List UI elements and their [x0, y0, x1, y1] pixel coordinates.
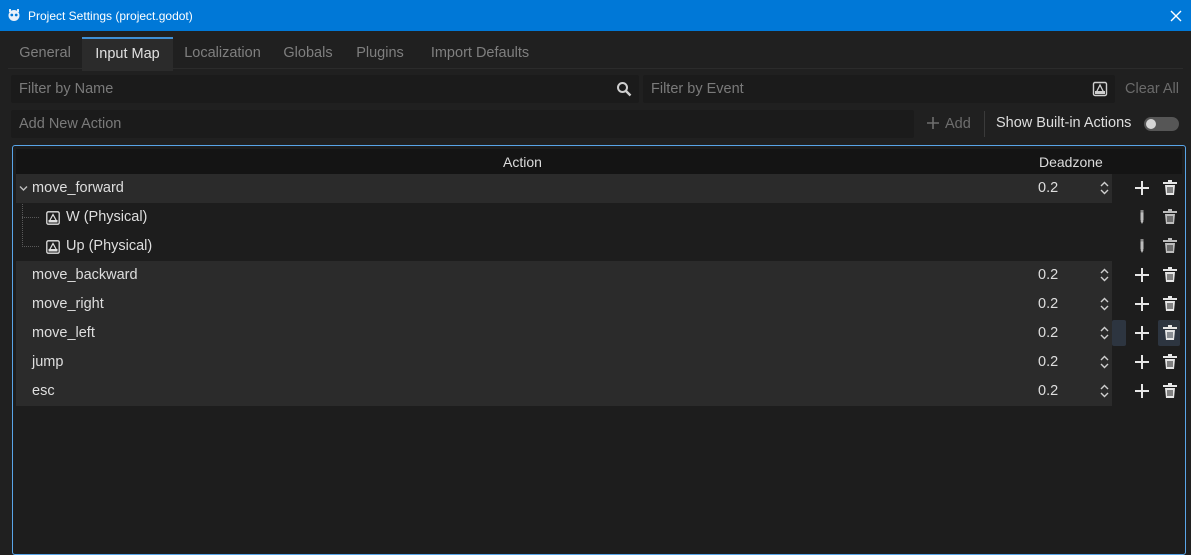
window-titlebar: Project Settings (project.godot) [0, 0, 1191, 31]
column-header-action: Action [503, 154, 542, 170]
action-name: esc [32, 383, 55, 399]
clear-all-button[interactable]: Clear All [1125, 81, 1179, 97]
event-row-w-physical[interactable]: W (Physical) [16, 203, 1112, 232]
chevron-down-icon[interactable] [19, 185, 28, 192]
deadzone-value[interactable]: 0.2 [1038, 383, 1058, 399]
spinner-arrows-icon[interactable] [1100, 326, 1109, 340]
spinner-arrows-icon[interactable] [1100, 297, 1109, 311]
action-row-move-forward[interactable]: move_forward 0.2 [16, 174, 1112, 203]
add-new-action-placeholder: Add New Action [19, 116, 122, 132]
deadzone-value[interactable]: 0.2 [1038, 354, 1058, 370]
remove-action-button[interactable] [1162, 267, 1178, 283]
remove-action-button[interactable] [1162, 354, 1178, 370]
action-name: move_backward [32, 267, 138, 283]
godot-icon [8, 9, 20, 21]
deadzone-value[interactable]: 0.2 [1038, 325, 1058, 341]
remove-action-button[interactable] [1162, 180, 1178, 196]
remove-action-button[interactable] [1162, 383, 1178, 399]
show-builtin-actions-label: Show Built-in Actions [996, 115, 1132, 131]
tab-globals[interactable]: Globals [274, 39, 342, 69]
action-row-move-left[interactable]: move_left 0.2 [16, 319, 1112, 348]
toggle-knob [1146, 119, 1156, 129]
action-name: move_left [32, 325, 95, 341]
deadzone-value[interactable]: 0.2 [1038, 267, 1058, 283]
add-event-button[interactable] [1134, 354, 1150, 370]
filter-by-name-placeholder: Filter by Name [19, 81, 114, 97]
spinner-arrows-icon[interactable] [1100, 268, 1109, 282]
action-name: move_forward [32, 180, 124, 196]
edit-event-button[interactable] [1134, 238, 1150, 254]
keyboard-key-icon [46, 240, 60, 254]
filter-by-name-input[interactable]: Filter by Name [11, 75, 639, 103]
event-label: Up (Physical) [66, 238, 153, 254]
add-action-button[interactable]: Add [922, 113, 974, 135]
separator [984, 111, 985, 137]
remove-action-button[interactable] [1162, 296, 1178, 312]
add-event-button[interactable] [1134, 267, 1150, 283]
row-hover-highlight [1112, 320, 1126, 346]
table-header: Action Deadzone [16, 149, 1182, 174]
action-row-jump[interactable]: jump 0.2 [16, 348, 1112, 377]
filter-by-event-input[interactable]: Filter by Event [643, 75, 1115, 103]
column-header-deadzone: Deadzone [1039, 154, 1103, 170]
spinner-arrows-icon[interactable] [1100, 355, 1109, 369]
event-row-up-physical[interactable]: Up (Physical) [16, 232, 1112, 261]
edit-event-button[interactable] [1134, 209, 1150, 225]
tab-general[interactable]: General [8, 39, 82, 69]
add-event-button[interactable] [1134, 296, 1150, 312]
deadzone-value[interactable]: 0.2 [1038, 180, 1058, 196]
tab-input-map[interactable]: Input Map [82, 37, 173, 71]
filter-by-event-placeholder: Filter by Event [651, 81, 744, 97]
tab-plugins[interactable]: Plugins [345, 39, 415, 69]
remove-event-button[interactable] [1162, 238, 1178, 254]
show-builtin-actions-toggle[interactable] [1144, 117, 1179, 131]
deadzone-value[interactable]: 0.2 [1038, 296, 1058, 312]
add-event-button[interactable] [1134, 383, 1150, 399]
action-name: move_right [32, 296, 104, 312]
add-action-label: Add [945, 116, 971, 132]
action-row-move-right[interactable]: move_right 0.2 [16, 290, 1112, 319]
remove-event-button[interactable] [1162, 209, 1178, 225]
tab-underline [8, 68, 1183, 69]
add-event-button[interactable] [1134, 180, 1150, 196]
event-label: W (Physical) [66, 209, 148, 225]
tab-import-defaults[interactable]: Import Defaults [418, 39, 542, 69]
search-icon [617, 82, 632, 97]
add-event-button[interactable] [1134, 325, 1150, 341]
window-title: Project Settings (project.godot) [28, 9, 193, 23]
spinner-arrows-icon[interactable] [1100, 384, 1109, 398]
keyboard-key-icon [46, 211, 60, 225]
close-icon [1170, 10, 1181, 21]
remove-action-button[interactable] [1162, 325, 1178, 341]
spinner-arrows-icon[interactable] [1100, 181, 1109, 195]
action-row-esc[interactable]: esc 0.2 [16, 377, 1112, 406]
tab-localization[interactable]: Localization [175, 39, 270, 69]
keyboard-icon [1092, 81, 1108, 97]
action-row-move-backward[interactable]: move_backward 0.2 [16, 261, 1112, 290]
plus-icon [927, 117, 939, 129]
add-new-action-input[interactable]: Add New Action [11, 110, 914, 138]
close-button[interactable] [1160, 0, 1191, 31]
action-name: jump [32, 354, 64, 370]
